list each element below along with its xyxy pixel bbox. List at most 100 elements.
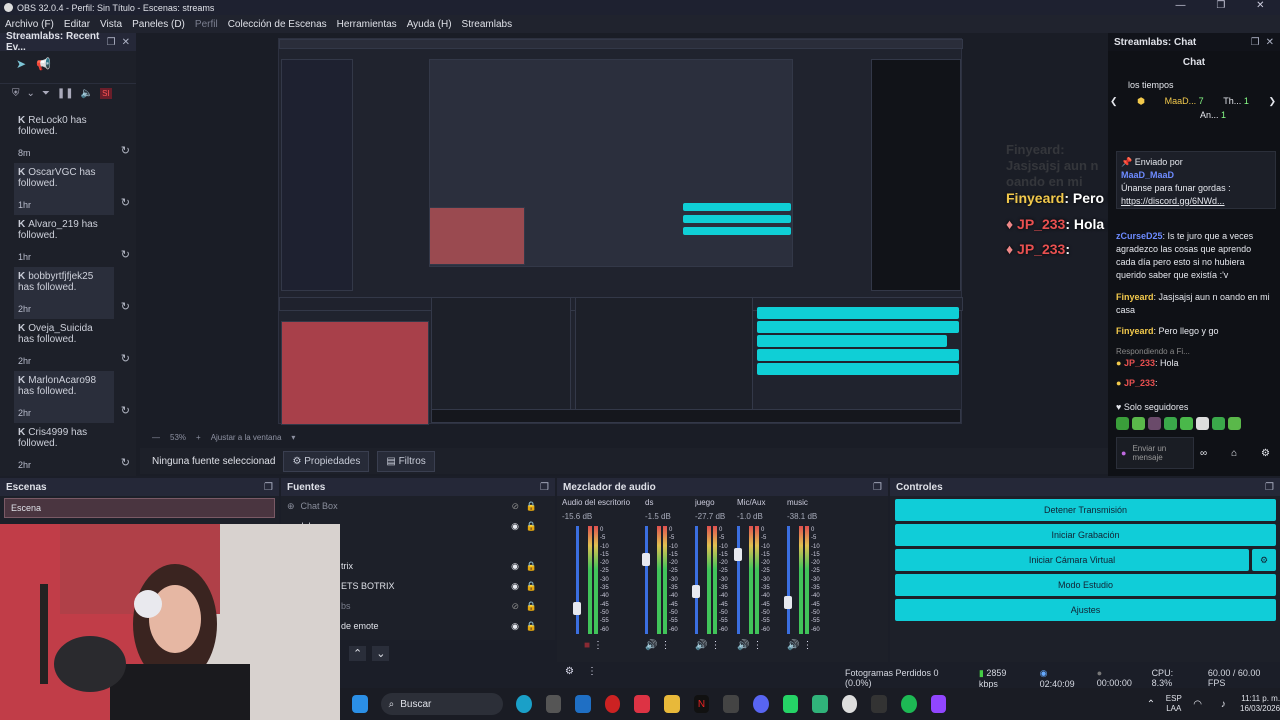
replay-icon[interactable]: ↻ — [121, 250, 130, 261]
lock-icon[interactable]: 🔒 — [526, 501, 537, 512]
shield-icon[interactable]: ⛨ — [12, 88, 20, 99]
replay-icon[interactable]: ↻ — [121, 354, 130, 365]
replay-icon[interactable]: ↻ — [121, 302, 130, 313]
menu-edit[interactable]: Editar — [59, 19, 95, 30]
snipping-icon[interactable] — [634, 695, 651, 713]
language-indicator[interactable]: ESP LAA — [1166, 694, 1182, 714]
properties-button[interactable]: ⚙ Propiedades — [283, 450, 370, 472]
replay-icon[interactable]: ↻ — [121, 198, 130, 209]
speaker-icon[interactable]: ♪ — [1215, 695, 1231, 713]
pinned-link[interactable]: https://discord.gg/6NWd... — [1121, 195, 1271, 208]
chat-user[interactable]: Finyeard — [1116, 292, 1154, 302]
eye-icon[interactable]: ◉ — [511, 561, 519, 572]
volume-slider-handle[interactable] — [692, 585, 700, 599]
volume-slider-handle[interactable] — [642, 553, 650, 566]
opera-icon[interactable] — [604, 695, 621, 713]
megaphone-icon[interactable]: 📢 — [36, 57, 51, 71]
discord-icon[interactable] — [752, 695, 769, 713]
emote-icon[interactable] — [1196, 417, 1209, 430]
more-options-icon[interactable]: ⋮ — [752, 640, 762, 651]
skip-alert-icon[interactable]: SI — [100, 88, 112, 99]
file-explorer-icon[interactable] — [664, 695, 680, 713]
more-options-icon[interactable]: ⋮ — [802, 640, 812, 651]
volume-fader[interactable] — [695, 526, 698, 634]
settings-icon[interactable]: ⚙ — [1261, 447, 1270, 460]
muted-icon[interactable]: ■ — [584, 640, 590, 651]
calculator-icon[interactable] — [545, 695, 562, 713]
close-icon[interactable]: ✕ — [1256, 0, 1264, 15]
send-icon[interactable]: ➤ — [16, 57, 26, 71]
emote-icon[interactable] — [1132, 417, 1145, 430]
zoom-in-icon[interactable]: + — [196, 433, 201, 442]
emote-icon[interactable] — [1164, 417, 1177, 430]
chevron-left-icon[interactable]: ❮ — [1110, 95, 1118, 108]
list-item[interactable]: K Alvaro_219 has followed. 1hr ↻ — [14, 215, 130, 267]
emote-icon[interactable] — [1228, 417, 1241, 430]
stop-streaming-button[interactable]: Detener Transmisión — [895, 499, 1276, 521]
volume-fader[interactable] — [645, 526, 648, 634]
dropdown-icon[interactable]: ▾ — [291, 433, 295, 442]
chat-user[interactable]: Finyeard — [1116, 326, 1154, 336]
lock-icon[interactable]: 🔒 — [526, 581, 537, 592]
float-icon[interactable]: ❐ — [1265, 482, 1274, 493]
clock[interactable]: 11:11 p. m. 16/03/2026 — [1240, 694, 1280, 714]
eye-icon[interactable]: ◉ — [511, 621, 519, 632]
tray-chevron-icon[interactable]: ⌃ — [1143, 695, 1159, 713]
float-icon[interactable]: ❐ — [540, 482, 549, 493]
lock-icon[interactable]: 🔒 — [526, 601, 537, 612]
float-icon[interactable]: ❐ — [873, 482, 882, 493]
mixer-menu-icon[interactable]: ⋮ — [587, 666, 597, 677]
edge-icon[interactable] — [516, 695, 532, 713]
maximize-icon[interactable]: ❐ — [1216, 0, 1225, 15]
pause-icon[interactable]: ❚❚ — [57, 88, 74, 99]
volume-slider-handle[interactable] — [784, 596, 792, 610]
studio-mode-button[interactable]: Modo Estudio — [895, 574, 1276, 596]
chevron-down-icon[interactable]: ⌄ — [27, 88, 35, 99]
more-options-icon[interactable]: ⋮ — [593, 640, 603, 651]
emote-icon[interactable] — [1116, 417, 1129, 430]
menu-scene-collection[interactable]: Colección de Escenas — [223, 19, 332, 30]
volume-slider-handle[interactable] — [573, 601, 581, 615]
more-options-icon[interactable]: ⋮ — [660, 640, 670, 651]
store-icon[interactable] — [723, 695, 739, 713]
pinned-message[interactable]: 📌 Enviado por MaaD_MaaD Únanse para funa… — [1116, 151, 1276, 209]
replay-icon[interactable]: ↻ — [121, 458, 130, 469]
game-icon[interactable] — [871, 695, 887, 713]
list-item[interactable]: K ReLock0 has followed. 8m ↻ — [14, 111, 130, 163]
list-item[interactable]: K MarlonAcaro98 has followed. 2hr ↻ — [14, 371, 130, 423]
menu-streamlabs[interactable]: Streamlabs — [457, 19, 518, 30]
link-icon[interactable]: ∞ — [1200, 447, 1207, 460]
volume-icon[interactable]: 🔈 — [81, 88, 93, 99]
twitch-icon[interactable] — [930, 695, 947, 713]
windows-start-icon[interactable] — [352, 695, 368, 713]
emote-icon[interactable] — [1212, 417, 1225, 430]
filters-button[interactable]: ▤ Filtros — [377, 450, 435, 472]
menu-docks[interactable]: Paneles (D) — [127, 19, 190, 30]
volume-fader[interactable] — [737, 526, 740, 634]
streamlabs-icon[interactable] — [812, 695, 828, 713]
hidden-icon[interactable]: ⊘ — [511, 501, 519, 512]
stream-preview[interactable] — [278, 38, 963, 425]
eye-icon[interactable]: ◉ — [511, 581, 519, 592]
eye-icon[interactable]: ◉ — [511, 521, 519, 532]
store-icon[interactable]: ⌂ — [1231, 447, 1237, 460]
chat-user[interactable]: JP_233 — [1124, 358, 1155, 368]
chat-user[interactable]: JP_233 — [1124, 378, 1155, 388]
close-dock-icon[interactable]: ✕ — [1266, 37, 1274, 48]
menu-help[interactable]: Ayuda (H) — [402, 19, 457, 30]
emote-icon[interactable] — [1180, 417, 1193, 430]
outlook-icon[interactable] — [575, 695, 591, 713]
minimize-icon[interactable]: — — [1175, 0, 1185, 15]
hidden-icon[interactable]: ⊘ — [511, 601, 519, 612]
more-options-icon[interactable]: ⋮ — [710, 640, 720, 651]
replay-icon[interactable]: ↻ — [121, 406, 130, 417]
menu-tools[interactable]: Herramientas — [332, 19, 402, 30]
lock-icon[interactable]: 🔒 — [526, 561, 537, 572]
source-item[interactable]: ⊕ Chat Box ⊘ 🔒 — [281, 496, 553, 516]
obs-icon[interactable] — [841, 695, 858, 713]
list-item[interactable]: K Oveja_Suicida has followed. 2hr ↻ — [14, 319, 130, 371]
taskbar-search[interactable]: ⌕ Buscar — [380, 693, 504, 715]
whatsapp-icon[interactable] — [782, 695, 799, 713]
volume-fader[interactable] — [576, 526, 579, 634]
menu-view[interactable]: Vista — [95, 19, 127, 30]
